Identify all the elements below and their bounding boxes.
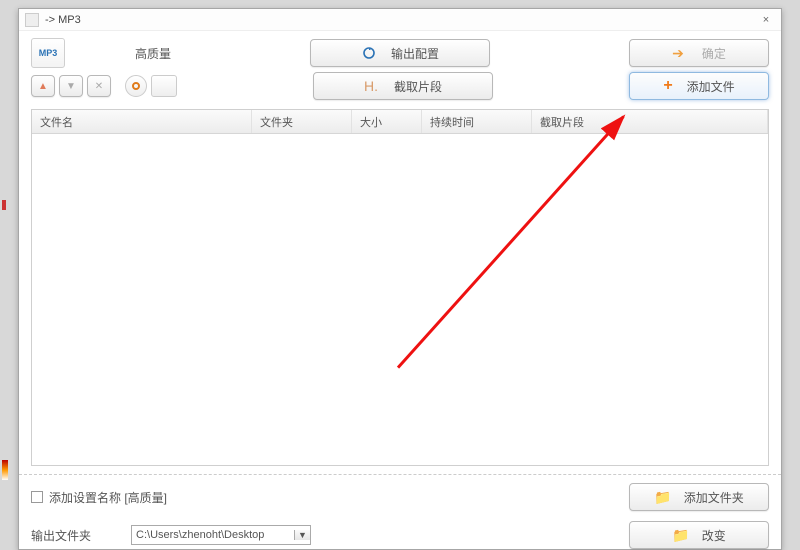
change-folder-button[interactable]: 📁 改变 [629, 521, 769, 549]
output-config-label: 输出配置 [391, 45, 439, 62]
left-window-sliver [0, 0, 18, 550]
col-size[interactable]: 大小 [352, 110, 422, 133]
add-folder-button[interactable]: 📁 添加文件夹 [629, 483, 769, 511]
close-icon[interactable]: × [757, 14, 775, 26]
add-setting-checkbox[interactable] [31, 491, 43, 503]
col-filename[interactable]: 文件名 [32, 110, 252, 133]
chevron-down-icon[interactable]: ▼ [294, 530, 310, 540]
col-clips[interactable]: 截取片段 [532, 110, 768, 133]
col-duration[interactable]: 持续时间 [422, 110, 532, 133]
change-label: 改变 [702, 527, 726, 544]
add-file-button[interactable]: + 添加文件 [629, 72, 769, 100]
dialog-window: -> MP3 × MP3 高质量 输出配置 ➔ 确定 ▲ ▼ ✕ [18, 8, 782, 550]
toolbar-second: ▲ ▼ ✕ H. 截取片段 + 添加文件 [19, 69, 781, 103]
move-up-button[interactable]: ▲ [31, 75, 55, 97]
output-path-value: C:\Users\zhenoht\Desktop [132, 529, 294, 541]
app-icon [25, 13, 39, 27]
clip-segment-button[interactable]: H. 截取片段 [313, 72, 493, 100]
file-list-header: 文件名 文件夹 大小 持续时间 截取片段 [32, 110, 768, 134]
refresh-icon [361, 45, 377, 61]
remove-button[interactable]: ✕ [87, 75, 111, 97]
folder-icon: 📁 [672, 527, 689, 544]
file-list: 文件名 文件夹 大小 持续时间 截取片段 [31, 109, 769, 466]
mp3-format-icon[interactable]: MP3 [31, 38, 65, 68]
add-setting-label: 添加设置名称 [高质量] [49, 489, 167, 506]
record-button[interactable] [125, 75, 147, 97]
bottom-panel: 添加设置名称 [高质量] 📁 添加文件夹 输出文件夹 C:\Users\zhen… [19, 474, 781, 549]
file-list-body[interactable] [32, 134, 768, 465]
move-down-button[interactable]: ▼ [59, 75, 83, 97]
plus-icon: + [663, 77, 672, 95]
ok-label: 确定 [702, 45, 726, 62]
titlebar: -> MP3 × [19, 9, 781, 31]
clip-label: 截取片段 [394, 78, 442, 95]
window-title: -> MP3 [45, 14, 81, 26]
toolbar-top: MP3 高质量 输出配置 ➔ 确定 [19, 31, 781, 69]
list-mode-button[interactable] [151, 75, 177, 97]
quality-label: 高质量 [135, 45, 171, 62]
folder-plus-icon: 📁 [654, 489, 671, 506]
ok-button[interactable]: ➔ 确定 [629, 39, 769, 67]
add-file-label: 添加文件 [687, 78, 735, 95]
add-folder-label: 添加文件夹 [684, 489, 744, 506]
output-config-button[interactable]: 输出配置 [310, 39, 490, 67]
scissors-icon: H. [364, 78, 378, 94]
output-path-combo[interactable]: C:\Users\zhenoht\Desktop ▼ [131, 525, 311, 545]
output-folder-label: 输出文件夹 [31, 527, 91, 544]
record-icon [132, 82, 140, 90]
col-folder[interactable]: 文件夹 [252, 110, 352, 133]
arrow-right-icon: ➔ [672, 45, 684, 62]
